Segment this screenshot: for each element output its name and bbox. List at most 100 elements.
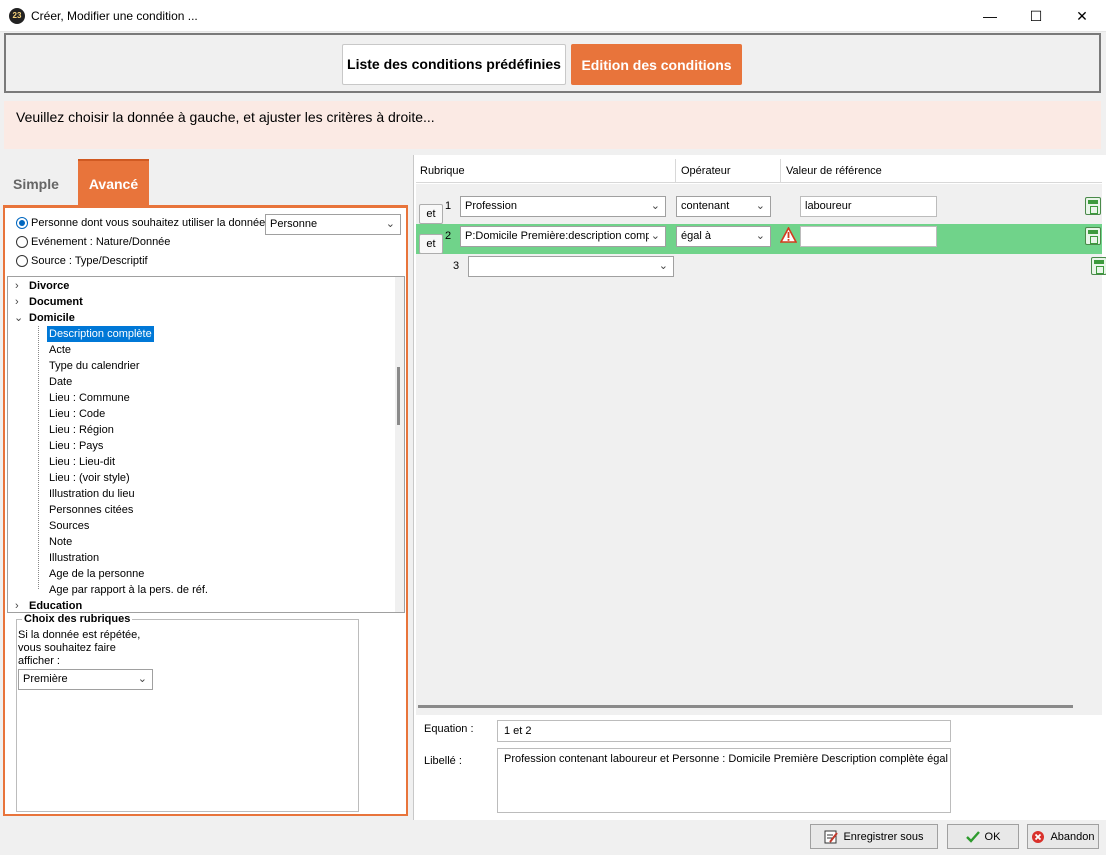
repeat-choice-select[interactable]: Première ⌄ bbox=[18, 669, 153, 690]
row1-action-icon[interactable] bbox=[1085, 197, 1101, 215]
row2-valeur-input[interactable] bbox=[800, 226, 937, 247]
tree-item[interactable]: Date bbox=[49, 374, 72, 390]
grid-hscroll-thumb[interactable] bbox=[418, 705, 1073, 708]
equation-label: Equation : bbox=[424, 723, 474, 735]
edit-document-icon bbox=[824, 830, 839, 843]
header-valeur: Valeur de référence bbox=[786, 165, 882, 177]
tab-simple[interactable]: Simple bbox=[13, 176, 59, 192]
tree-item[interactable]: Acte bbox=[49, 342, 71, 358]
chevron-down-icon: ⌄ bbox=[137, 673, 147, 685]
rubric-choice-line: Si la donnée est répétée, bbox=[18, 629, 141, 641]
row1-rubrique-value: Profession bbox=[465, 200, 517, 212]
tree-item[interactable]: Illustration du lieu bbox=[49, 486, 135, 502]
tree-item[interactable]: Lieu : Région bbox=[49, 422, 114, 438]
save-as-button[interactable]: Enregistrer sous bbox=[810, 824, 938, 849]
row1-operateur-value: contenant bbox=[681, 200, 730, 212]
radio-source-indicator[interactable] bbox=[16, 255, 28, 267]
maximize-button[interactable]: ☐ bbox=[1013, 0, 1059, 32]
row1-rubrique-select[interactable]: Profession ⌄ bbox=[460, 196, 666, 217]
info-banner: Veuillez choisir la donnée à gauche, et … bbox=[4, 101, 1101, 149]
equation-input[interactable]: 1 et 2 bbox=[497, 720, 951, 742]
radio-evenement[interactable]: Evénement : Nature/Donnée bbox=[16, 234, 170, 250]
grid-header: Rubrique Opérateur Valeur de référence bbox=[416, 159, 1102, 183]
tree-group-domicile[interactable]: Domicile bbox=[29, 310, 75, 326]
row2-operateur-value: égal à bbox=[681, 230, 711, 242]
tree-item[interactable]: Illustration bbox=[49, 550, 99, 566]
check-icon bbox=[965, 830, 980, 843]
tree-item[interactable]: Age par rapport à la pers. de réf. bbox=[49, 582, 208, 598]
ok-button[interactable]: OK bbox=[947, 824, 1019, 849]
data-tree[interactable]: › Divorce › Document ⌄ Domicile Descript… bbox=[7, 276, 405, 613]
tab-avance[interactable]: Avancé bbox=[78, 159, 149, 207]
header-separator bbox=[780, 159, 781, 183]
radio-personne[interactable]: Personne dont vous souhaitez utiliser la… bbox=[16, 215, 265, 231]
tree-item[interactable]: Lieu : (voir style) bbox=[49, 470, 130, 486]
chevron-right-icon[interactable]: › bbox=[15, 278, 25, 294]
rubric-choice-title: Choix des rubriques bbox=[22, 613, 133, 625]
rubric-choice-line: vous souhaitez faire bbox=[18, 642, 116, 654]
header-separator bbox=[675, 159, 676, 183]
tree-scroll-thumb[interactable] bbox=[397, 367, 400, 425]
row3-action-icon[interactable] bbox=[1091, 257, 1106, 275]
tree-item[interactable]: Lieu : Pays bbox=[49, 438, 103, 454]
radio-evenement-label: Evénement : Nature/Donnée bbox=[31, 236, 171, 248]
tree-item[interactable]: Lieu : Code bbox=[49, 406, 105, 422]
cancel-icon bbox=[1032, 830, 1045, 843]
rubric-choice-text: Si la donnée est répétée, vous souhaitez… bbox=[18, 629, 140, 668]
tree-connector bbox=[38, 326, 39, 589]
window-title: Créer, Modifier une condition ... bbox=[31, 9, 198, 23]
row3-rubrique-select[interactable]: ⌄ bbox=[468, 256, 674, 277]
grid-hscrollbar[interactable] bbox=[416, 705, 1102, 715]
libelle-label: Libellé : bbox=[424, 755, 462, 767]
repeat-choice-value: Première bbox=[23, 673, 68, 685]
row2-et-button[interactable]: et bbox=[419, 234, 443, 254]
title-bar: 23 Créer, Modifier une condition ... — ☐… bbox=[0, 0, 1106, 32]
libelle-textarea[interactable]: Profession contenant laboureur et Person… bbox=[497, 748, 951, 813]
app-logo-icon: 23 bbox=[9, 8, 25, 24]
ok-label: OK bbox=[984, 830, 1001, 843]
tree-group-divorce[interactable]: Divorce bbox=[29, 278, 69, 294]
row2-action-icon[interactable] bbox=[1085, 227, 1101, 245]
chevron-down-icon: ⌄ bbox=[755, 200, 765, 212]
chevron-right-icon[interactable]: › bbox=[15, 294, 25, 310]
save-as-label: Enregistrer sous bbox=[843, 830, 924, 843]
chevron-right-icon[interactable]: › bbox=[15, 598, 25, 612]
tree-item[interactable]: Type du calendrier bbox=[49, 358, 140, 374]
chevron-down-icon: ⌄ bbox=[385, 218, 395, 230]
header-operateur: Opérateur bbox=[681, 165, 731, 177]
tree-item[interactable]: Note bbox=[49, 534, 72, 550]
predefined-conditions-tab[interactable]: Liste des conditions prédéfinies bbox=[342, 44, 566, 85]
tree-group-document[interactable]: Document bbox=[29, 294, 83, 310]
cancel-button[interactable]: Abandon bbox=[1027, 824, 1099, 849]
info-text: Veuillez choisir la donnée à gauche, et … bbox=[16, 109, 435, 125]
radio-personne-label: Personne dont vous souhaitez utiliser la… bbox=[31, 217, 266, 229]
tree-item-selected[interactable]: Description complète bbox=[47, 326, 154, 342]
tree-item[interactable]: Age de la personne bbox=[49, 566, 144, 582]
radio-source[interactable]: Source : Type/Descriptif bbox=[16, 253, 148, 269]
tree-item[interactable]: Personnes citées bbox=[49, 502, 133, 518]
chevron-down-icon[interactable]: ⌄ bbox=[14, 310, 24, 326]
tree-item[interactable]: Lieu : Commune bbox=[49, 390, 130, 406]
tree-group-education[interactable]: Education bbox=[29, 598, 82, 612]
tree-item[interactable]: Lieu : Lieu-dit bbox=[49, 454, 115, 470]
minimize-button[interactable]: — bbox=[967, 0, 1013, 32]
cancel-label: Abandon bbox=[1050, 830, 1095, 843]
radio-personne-indicator[interactable] bbox=[16, 217, 28, 229]
close-button[interactable]: ✕ bbox=[1059, 0, 1105, 32]
row2-rubrique-select[interactable]: P:Domicile Première:description complè ⌄ bbox=[460, 226, 666, 247]
radio-evenement-indicator[interactable] bbox=[16, 236, 28, 248]
row1-number: 1 bbox=[445, 200, 452, 212]
row1-et-button[interactable]: et bbox=[419, 204, 443, 224]
tree-item[interactable]: Sources bbox=[49, 518, 89, 534]
tree-scrollbar[interactable] bbox=[395, 277, 404, 612]
warning-icon bbox=[780, 227, 797, 243]
chevron-down-icon: ⌄ bbox=[648, 227, 660, 246]
person-select[interactable]: Personne ⌄ bbox=[265, 214, 401, 235]
rubric-choice-line: afficher : bbox=[18, 655, 60, 667]
row3-number: 3 bbox=[453, 260, 460, 272]
header-rubrique: Rubrique bbox=[420, 165, 465, 177]
row1-operateur-select[interactable]: contenant ⌄ bbox=[676, 196, 771, 217]
row2-operateur-select[interactable]: égal à ⌄ bbox=[676, 226, 771, 247]
row1-valeur-input[interactable]: laboureur bbox=[800, 196, 937, 217]
edit-conditions-tab[interactable]: Edition des conditions bbox=[571, 44, 742, 85]
